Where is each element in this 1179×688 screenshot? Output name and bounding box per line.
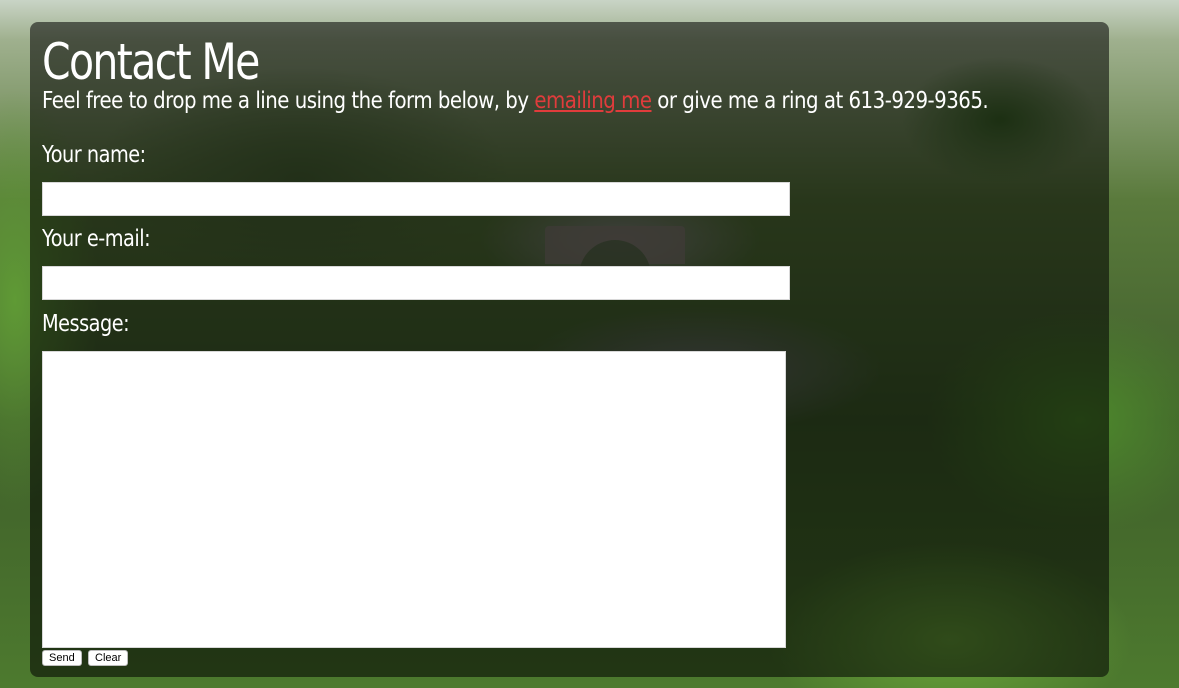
intro-text-after: or give me a ring at 613-929-9365.	[651, 88, 989, 114]
page-title: Contact Me	[42, 33, 260, 91]
intro-text: Feel free to drop me a line using the fo…	[42, 88, 989, 114]
email-label: Your e-mail:	[42, 226, 151, 252]
send-button[interactable]: Send	[42, 650, 82, 666]
message-textarea[interactable]	[42, 351, 786, 648]
name-input[interactable]	[42, 182, 790, 216]
intro-text-before: Feel free to drop me a line using the fo…	[42, 88, 535, 114]
name-label: Your name:	[42, 142, 146, 168]
message-label: Message:	[42, 311, 130, 337]
contact-panel: Contact Me Feel free to drop me a line u…	[30, 22, 1109, 677]
clear-button[interactable]: Clear	[88, 650, 129, 666]
email-input[interactable]	[42, 266, 790, 300]
email-link[interactable]: emailing me	[534, 88, 652, 114]
